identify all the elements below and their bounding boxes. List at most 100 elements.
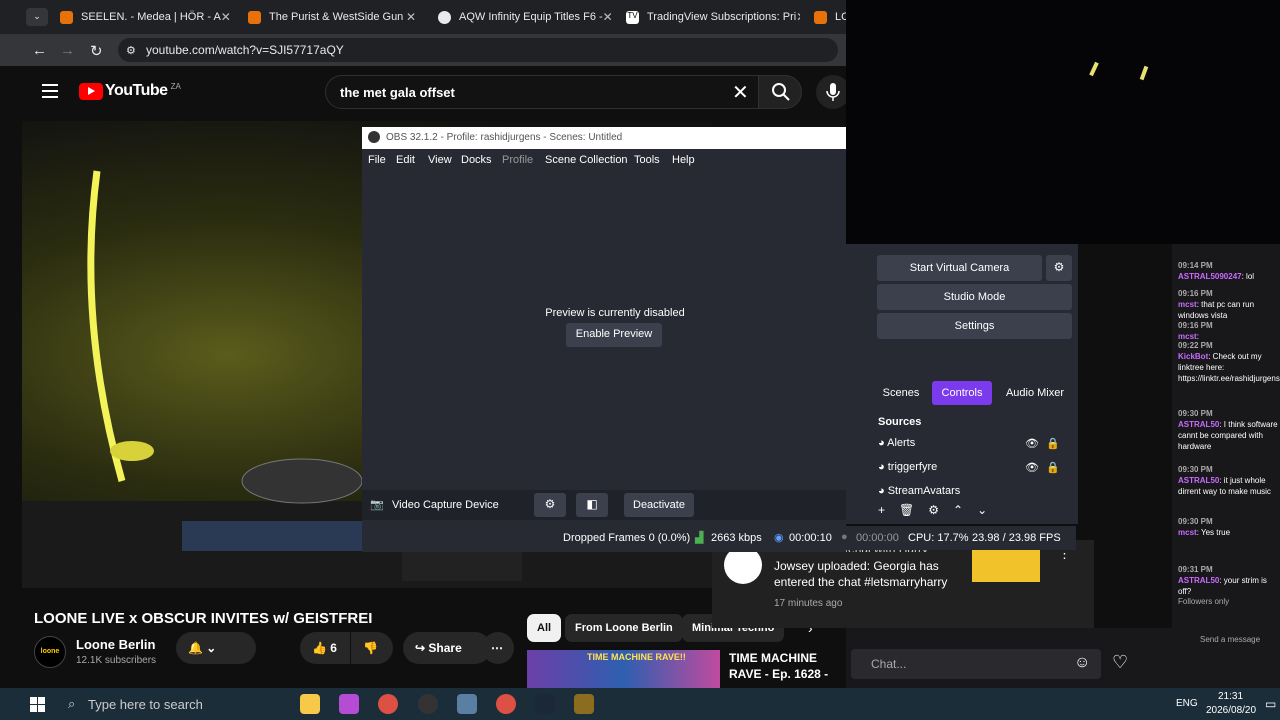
chat-username[interactable]: mcst: [1178, 528, 1197, 537]
chat-message: 09:16 PM mcst: that pc can run windows vi…: [1178, 288, 1278, 321]
like-button[interactable]: 👍 6: [300, 632, 350, 664]
clear-search-icon[interactable]: ✕: [732, 80, 749, 105]
taskbar-search[interactable]: ⌕ Type here to search: [56, 688, 286, 720]
trash-icon[interactable]: 🗑: [899, 503, 914, 517]
search-input[interactable]: the met gala offset: [325, 75, 786, 109]
tab-favicon-icon: TV: [626, 10, 639, 24]
notification-bell-button[interactable]: 🔔 ⌄: [176, 632, 256, 664]
close-tab-icon[interactable]: ✕: [221, 10, 231, 24]
chat-username[interactable]: ASTRAL50: [1178, 576, 1219, 585]
recommended-title[interactable]: TIME MACHINE RAVE - Ep. 1628 -: [729, 650, 839, 682]
obs-status-bar: Dropped Frames 0 (0.0%) ▟ 2663 kbps ◉ 00…: [362, 526, 1076, 550]
chat-text: : Yes true: [1196, 528, 1231, 537]
tab-audio-mixer[interactable]: Audio Mixer: [998, 381, 1072, 405]
chat-message: 09:30 PM ASTRAL50: I think software cannt…: [1178, 408, 1278, 452]
add-icon[interactable]: +: [878, 503, 885, 517]
source-filters-button[interactable]: ◧: [576, 493, 608, 517]
menu-edit[interactable]: Edit: [396, 154, 415, 166]
language-indicator[interactable]: ENG: [1176, 698, 1198, 709]
copilot-icon[interactable]: [339, 694, 359, 714]
notification-center-icon[interactable]: ▭: [1265, 697, 1276, 711]
more-actions-button[interactable]: ⋯: [482, 632, 514, 664]
obs-icon[interactable]: [418, 694, 438, 714]
channel-name[interactable]: Loone Berlin: [76, 637, 155, 652]
up-icon[interactable]: ⌃: [953, 503, 963, 517]
browser-tab[interactable]: The Purist & WestSide Gun ✕: [242, 4, 422, 30]
windows-taskbar: ⌕ Type here to search ENG 21:31 2026/08/2…: [0, 688, 1280, 720]
menu-docks[interactable]: Docks: [461, 154, 492, 166]
site-info-icon[interactable]: ⚙: [126, 44, 136, 57]
start-virtual-camera-button[interactable]: Start Virtual Camera: [877, 255, 1042, 281]
recommended-thumbnail[interactable]: TIME MACHINE RAVE!!: [527, 650, 720, 688]
menu-help[interactable]: Help: [672, 154, 695, 166]
send-message-input[interactable]: Send a message: [1200, 634, 1280, 645]
tab-controls[interactable]: Controls: [932, 381, 992, 405]
settings-button[interactable]: Settings: [877, 313, 1072, 339]
source-item[interactable]: ◕ StreamAvatars: [878, 485, 1073, 494]
menu-file[interactable]: File: [368, 154, 386, 166]
chat-message: 09:14 PM ASTRAL5090247: lol: [1178, 260, 1278, 282]
chat-input[interactable]: Chat...: [851, 649, 1101, 679]
visibility-icon[interactable]: 👁: [1025, 461, 1039, 474]
app-icon[interactable]: [457, 694, 477, 714]
deactivate-button[interactable]: Deactivate: [624, 493, 694, 517]
heart-icon[interactable]: ♡: [1112, 652, 1128, 673]
file-explorer-icon[interactable]: [300, 694, 320, 714]
chat-username[interactable]: ASTRAL50: [1178, 476, 1219, 485]
down-icon[interactable]: ⌄: [977, 503, 987, 517]
clock-date[interactable]: 2026/08/20: [1206, 705, 1256, 716]
virtual-camera-settings-button[interactable]: ⚙: [1046, 255, 1072, 281]
chat-username[interactable]: ASTRAL50: [1178, 420, 1219, 429]
lock-icon[interactable]: 🔒: [1046, 461, 1060, 474]
share-button[interactable]: ↪ Share: [403, 632, 491, 664]
notification-popup[interactable]: Boyfriend Material with Harry Jowsey upl…: [712, 540, 1094, 628]
youtube-logo[interactable]: YouTube ZA: [79, 82, 181, 100]
chat-username[interactable]: ASTRAL5090247: [1178, 272, 1242, 281]
tab-list-chevron-icon[interactable]: ⌄: [26, 8, 48, 26]
menu-view[interactable]: View: [428, 154, 452, 166]
menu-scene-collection[interactable]: Scene Collection: [545, 154, 628, 166]
steam-icon[interactable]: [535, 694, 555, 714]
menu-tools[interactable]: Tools: [634, 154, 660, 166]
windows-start-icon[interactable]: [30, 697, 45, 712]
chat-username[interactable]: mcst: [1178, 300, 1197, 309]
search-button[interactable]: [758, 75, 802, 109]
url-field[interactable]: youtube.com/watch?v=SJI57717aQY: [118, 38, 838, 62]
back-icon[interactable]: ←: [32, 42, 47, 59]
chrome-icon[interactable]: [496, 694, 516, 714]
browser-tab[interactable]: TVTradingView Subscriptions: Pri✕: [620, 4, 800, 30]
browser-tab[interactable]: SEELEN. - Medea | HÖR - A ✕: [54, 4, 234, 30]
source-properties-button[interactable]: ⚙: [534, 493, 566, 517]
chip-from-channel[interactable]: From Loone Berlin: [565, 614, 683, 642]
menu-icon[interactable]: [42, 84, 58, 98]
browser-tab[interactable]: LO: [808, 4, 848, 30]
tab-scenes[interactable]: Scenes: [876, 381, 926, 405]
chip-all[interactable]: All: [527, 614, 562, 642]
dislike-button[interactable]: 👎: [351, 632, 393, 664]
studio-mode-button[interactable]: Studio Mode: [877, 284, 1072, 310]
close-tab-icon[interactable]: ✕: [603, 10, 612, 24]
forward-icon[interactable]: →: [60, 42, 75, 59]
record-icon: ●: [841, 531, 848, 543]
chrome-icon[interactable]: [378, 694, 398, 714]
chat-text: : lol: [1241, 272, 1255, 281]
browser-tab[interactable]: AQW Infinity Equip Titles F6 - ✕: [432, 4, 612, 30]
emoji-icon[interactable]: ☺: [1074, 654, 1090, 672]
source-item[interactable]: ◕ triggerfyre 👁 🔒: [878, 461, 1073, 474]
voice-search-button[interactable]: [816, 75, 850, 109]
menu-profile[interactable]: Profile: [502, 154, 533, 166]
close-tab-icon[interactable]: ✕: [796, 10, 800, 24]
chat-timestamp: 09:16 PM: [1178, 289, 1213, 298]
source-item[interactable]: ◕ Alerts 👁 🔒: [878, 437, 1073, 450]
light-spot: [1089, 61, 1099, 77]
chat-username[interactable]: KickBot: [1178, 352, 1208, 361]
gear-icon[interactable]: ⚙: [928, 503, 939, 517]
lock-icon[interactable]: 🔒: [1046, 437, 1060, 450]
channel-avatar[interactable]: loone: [34, 636, 66, 668]
reload-icon[interactable]: ↻: [90, 42, 103, 60]
clock-time[interactable]: 21:31: [1218, 691, 1243, 702]
enable-preview-button[interactable]: Enable Preview: [566, 323, 662, 347]
visibility-icon[interactable]: 👁: [1025, 437, 1039, 450]
game-icon[interactable]: [574, 694, 594, 714]
close-tab-icon[interactable]: ✕: [406, 10, 416, 24]
